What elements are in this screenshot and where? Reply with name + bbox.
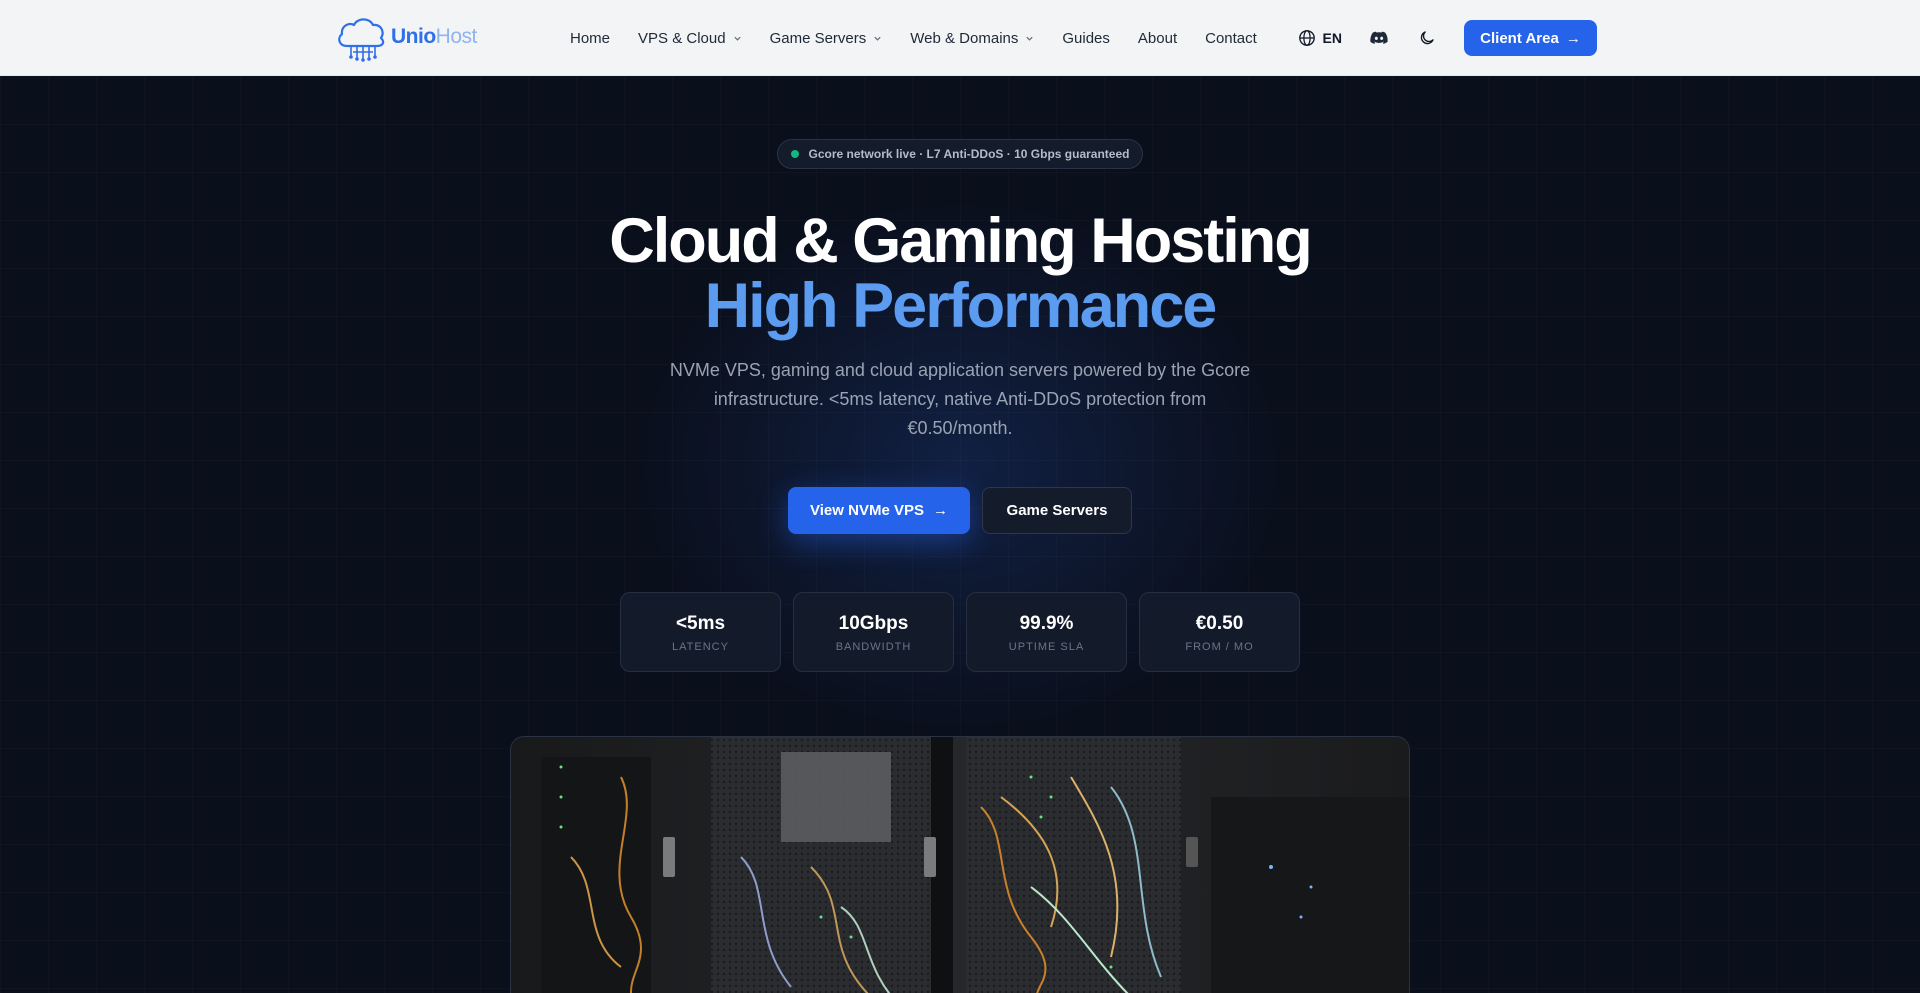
chevron-down-icon <box>874 36 881 41</box>
brand-logo[interactable]: UnioHost <box>333 12 477 62</box>
status-dot-icon <box>790 150 799 158</box>
stat-value: 99.9% <box>1019 613 1074 634</box>
theme-toggle[interactable] <box>1416 27 1438 49</box>
hero-title-line1: Cloud & Gaming Hosting <box>609 206 1312 276</box>
nav-item-home[interactable]: Home <box>570 30 610 47</box>
arrow-right-icon: → <box>1565 29 1581 47</box>
stat-label: BANDWIDTH <box>835 641 912 653</box>
network-status-pill: Gcore network live · L7 Anti-DDoS · 10 G… <box>777 139 1143 169</box>
stat-card-price: €0.50 FROM / MO <box>1139 592 1300 672</box>
stat-label: FROM / MO <box>1185 641 1254 653</box>
stat-card-latency: <5ms LATENCY <box>620 592 781 672</box>
nav-item-vps-cloud[interactable]: VPS & Cloud <box>638 30 742 47</box>
hero-subtitle: NVMe VPS, gaming and cloud application s… <box>669 360 1251 438</box>
server-rack-image <box>510 736 1410 993</box>
hero-section: Gcore network live · L7 Anti-DDoS · 10 G… <box>0 76 1920 993</box>
nav-item-web-domains[interactable]: Web & Domains <box>910 30 1034 47</box>
chevron-down-icon <box>733 36 741 41</box>
language-selector[interactable]: EN <box>1298 29 1342 47</box>
stat-value: €0.50 <box>1195 613 1244 634</box>
client-area-button[interactable]: Client Area → <box>1464 20 1597 56</box>
nav-actions: EN Client Area → <box>1298 0 1597 76</box>
discord-icon <box>1370 31 1388 44</box>
moon-icon <box>1420 31 1434 45</box>
nav-item-contact[interactable]: Contact <box>1205 30 1257 47</box>
cloud-network-icon <box>338 18 385 62</box>
language-label: EN <box>1322 30 1342 46</box>
arrow-right-icon: → <box>932 502 948 519</box>
chevron-down-icon <box>1026 36 1034 41</box>
stat-label: LATENCY <box>672 641 729 653</box>
nav-item-game-servers[interactable]: Game Servers <box>770 30 883 47</box>
stat-label: UPTIME SLA <box>1008 641 1085 653</box>
brand-name: UnioHost <box>391 25 477 48</box>
main-nav: Home VPS & Cloud Game Servers Web & Doma… <box>570 0 1285 76</box>
navbar: UnioHost Home VPS & Cloud Game Servers W… <box>0 0 1920 76</box>
nav-item-guides[interactable]: Guides <box>1062 30 1110 47</box>
hero-title-line2: High Performance <box>704 271 1218 341</box>
stat-card-bandwidth: 10Gbps BANDWIDTH <box>793 592 954 672</box>
nav-item-about[interactable]: About <box>1138 30 1177 47</box>
stat-card-uptime: 99.9% UPTIME SLA <box>966 592 1127 672</box>
stat-value: <5ms <box>675 613 726 634</box>
discord-button[interactable] <box>1368 27 1390 49</box>
game-servers-button[interactable]: Game Servers <box>982 487 1132 534</box>
stat-value: 10Gbps <box>838 613 909 634</box>
globe-icon <box>1298 30 1315 46</box>
view-nvme-vps-button[interactable]: View NVMe VPS → <box>788 487 970 534</box>
